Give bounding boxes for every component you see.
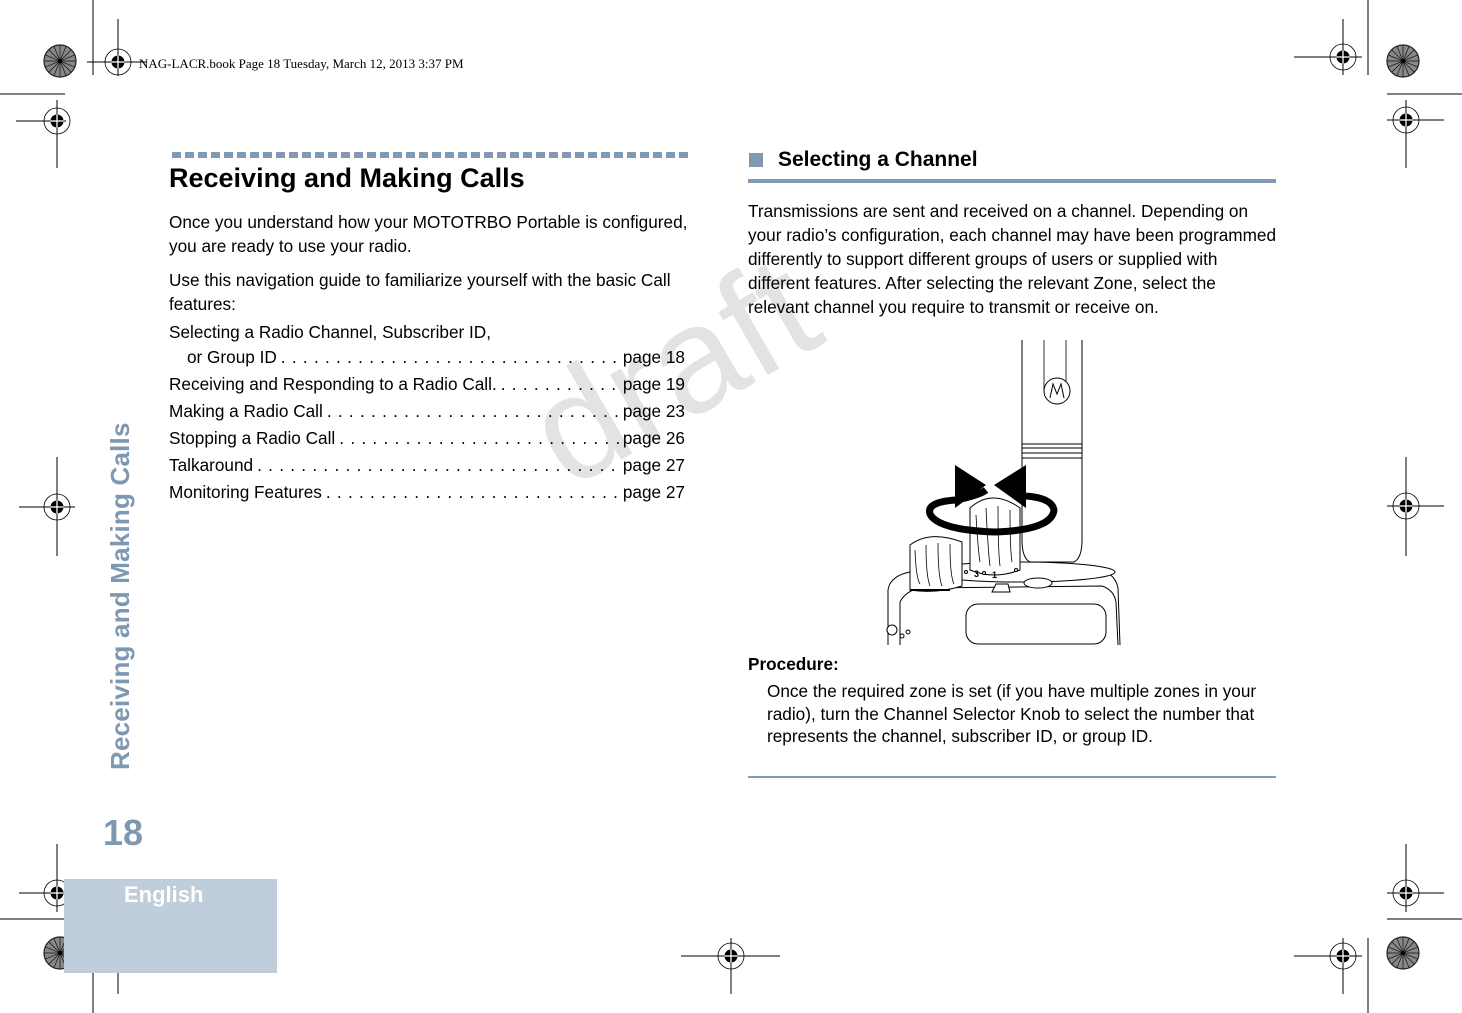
toc-entry-label[interactable]: or Group ID [169,344,277,371]
toc-page-ref[interactable]: page 18 [623,344,685,371]
toc-leader-dots [497,371,623,398]
section-title-rule [748,179,1276,183]
toc-leader-dots [323,398,623,425]
toc-leader-dots [253,452,623,479]
procedure-text: Once the required zone is set (if you ha… [767,681,1257,746]
chapter-side-title: Receiving and Making Calls [105,422,135,770]
toc-leader-dots [335,425,623,452]
toc-entry[interactable]: Monitoring Features page 27 [169,479,685,506]
section-title: Selecting a Channel [778,148,978,171]
chapter-dash-rule [172,152,692,158]
toc-page-ref[interactable]: page 26 [623,425,685,452]
toc-entry-label[interactable]: Stopping a Radio Call [169,425,335,452]
book-header-info: NAG-LACR.book Page 18 Tuesday, March 12,… [139,56,464,71]
chapter-title: Receiving and Making Calls [169,163,525,193]
toc-entry[interactable]: Stopping a Radio Call page 26 [169,425,685,452]
toc-entry[interactable]: Talkaround page 27 [169,452,685,479]
toc-leader-dots [322,479,623,506]
section-bullet-square-icon [749,153,763,167]
toc-entry-label: Selecting a Radio Channel, Subscriber ID… [169,322,491,342]
toc-page-ref[interactable]: page 27 [623,479,685,506]
section-end-rule [748,776,1276,778]
intro-paragraph: Once you understand how your MOTOTRBO Po… [169,212,688,256]
toc-page-ref[interactable]: page 19 [623,371,685,398]
toc-page-ref[interactable]: page 27 [623,452,685,479]
toc-entry-label[interactable]: Monitoring Features [169,479,322,506]
section-body-paragraph: Transmissions are sent and received on a… [748,201,1277,317]
knob-label-1: 1 [992,570,997,580]
toc-entry[interactable]: or Group ID page 18 [169,344,685,371]
language-label: English [124,882,204,907]
radio-channel-knob-illustration: 3 1 [886,340,1121,645]
toc-entry-label[interactable]: Receiving and Responding to a Radio Call… [169,371,497,398]
toc-entry-line1: Selecting a Radio Channel, Subscriber ID… [169,320,685,344]
toc-entry[interactable]: Receiving and Responding to a Radio Call… [169,371,685,398]
navigation-guide-toc: Selecting a Radio Channel, Subscriber ID… [169,320,685,506]
toc-entry[interactable]: Making a Radio Call page 23 [169,398,685,425]
knob-label-3: 3 [974,569,979,579]
procedure-label: Procedure: [748,654,839,674]
toc-entry-label[interactable]: Making a Radio Call [169,398,323,425]
toc-page-ref[interactable]: page 23 [623,398,685,425]
starburst-mark-icon [43,44,77,78]
toc-leader-dots [277,344,623,371]
page-number: 18 [103,812,144,853]
toc-entry-label[interactable]: Talkaround [169,452,253,479]
guide-intro-paragraph: Use this navigation guide to familiarize… [169,270,671,314]
